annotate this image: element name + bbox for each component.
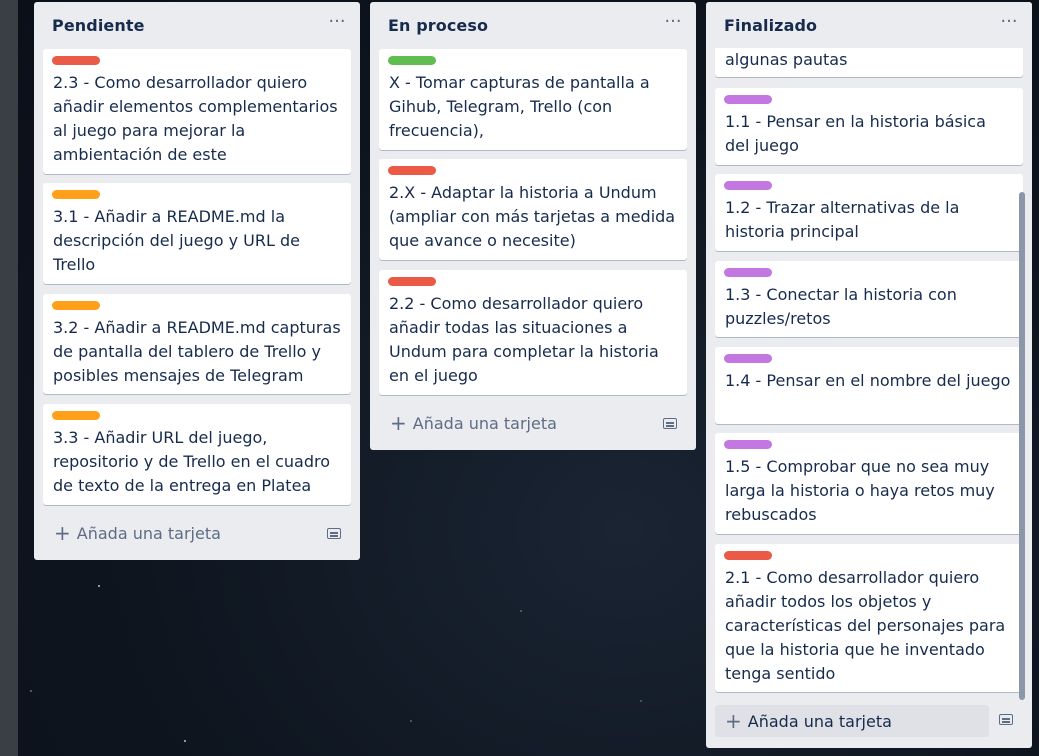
card[interactable]: 1.4 - Pensar en el nombre del juego (715, 347, 1023, 424)
card[interactable]: 1.1 - Pensar en la historia básica del j… (715, 88, 1023, 165)
list-scrollbar[interactable] (1019, 192, 1025, 700)
list-en-proceso: En proceso ··· X - Tomar capturas de pan… (370, 2, 696, 450)
card-label (724, 551, 772, 560)
card-title: 2.1 - Como desarrollador quiero añadir t… (725, 568, 1006, 683)
card[interactable]: 1.2 - Trazar alternativas de la historia… (715, 174, 1023, 251)
card-template-icon[interactable] (327, 528, 341, 539)
list-header: Pendiente ··· (34, 2, 360, 48)
card-title: 2.2 - Como desarrollador quiero añadir t… (389, 294, 659, 385)
card-title: 3.2 - Añadir a README.md capturas de pan… (53, 318, 341, 385)
card-label (52, 190, 100, 199)
list-title[interactable]: En proceso (388, 16, 488, 35)
list-menu-button[interactable]: ··· (660, 9, 686, 35)
card[interactable]: 2.2 - Como desarrollador quiero añadir t… (379, 270, 687, 395)
add-card-button[interactable]: + Añada una tarjeta (44, 519, 274, 547)
card-title: 1.3 - Conectar la historia con puzzles/r… (725, 285, 957, 328)
add-card-button[interactable]: + Añada una tarjeta (380, 409, 610, 437)
card-title: X - Tomar capturas de pantalla a Gihub, … (389, 73, 650, 140)
card-label (388, 166, 436, 175)
card-template-icon[interactable] (999, 714, 1013, 725)
card[interactable]: 2.X - Adaptar la historia a Undum (ampli… (379, 159, 687, 260)
card-label (724, 95, 772, 104)
card-label (724, 440, 772, 449)
card[interactable]: 1.3 - Conectar la historia con puzzles/r… (715, 261, 1023, 337)
card-label (52, 301, 100, 310)
card-label (52, 56, 100, 65)
add-card-label: Añada una tarjeta (76, 523, 221, 543)
card-title: 2.X - Adaptar la historia a Undum (ampli… (389, 183, 676, 250)
list-menu-button[interactable]: ··· (324, 9, 350, 35)
card-template-icon[interactable] (663, 418, 677, 429)
card-title: algunas pautas (725, 50, 848, 69)
sidebar-edge (0, 0, 18, 756)
add-card-label: Añada una tarjeta (747, 711, 892, 731)
add-card-button[interactable]: + Añada una tarjeta (715, 705, 989, 737)
card-title: 1.2 - Trazar alternativas de la historia… (725, 198, 960, 241)
card[interactable]: 3.2 - Añadir a README.md capturas de pan… (43, 294, 351, 394)
card-label (724, 354, 772, 363)
card-label (388, 56, 436, 65)
list-menu-button[interactable]: ··· (996, 9, 1022, 35)
list-pendiente: Pendiente ··· 2.3 - Como desarrollador q… (34, 2, 360, 560)
ellipsis-icon: ··· (1000, 11, 1018, 32)
card[interactable]: 2.1 - Como desarrollador quiero añadir t… (715, 544, 1023, 692)
list-finalizado: algunas pautas Finalizado ··· 1.1 - Pens… (706, 2, 1032, 748)
list-header: Finalizado ··· (706, 2, 1032, 48)
card-title: 1.1 - Pensar en la historia básica del j… (725, 112, 986, 155)
ellipsis-icon: ··· (328, 11, 346, 32)
card-label (388, 277, 436, 286)
add-card-label: Añada una tarjeta (412, 413, 557, 433)
plus-icon: + (725, 709, 742, 733)
card-title: 1.4 - Pensar en el nombre del juego (725, 371, 1011, 390)
card-label (724, 181, 772, 190)
list-header: En proceso ··· (370, 2, 696, 48)
card-title: 3.1 - Añadir a README.md la descripción … (53, 207, 300, 274)
list-title[interactable]: Finalizado (724, 16, 817, 35)
card-title: 3.3 - Añadir URL del juego, repositorio … (53, 428, 331, 495)
card[interactable]: 1.5 - Comprobar que no sea muy larga la … (715, 433, 1023, 534)
ellipsis-icon: ··· (664, 11, 682, 32)
card[interactable]: 3.1 - Añadir a README.md la descripción … (43, 183, 351, 284)
card-label (724, 268, 772, 277)
card[interactable]: 3.3 - Añadir URL del juego, repositorio … (43, 404, 351, 505)
plus-icon: + (390, 411, 407, 435)
card-title: 2.3 - Como desarrollador quiero añadir e… (53, 73, 338, 164)
card[interactable]: X - Tomar capturas de pantalla a Gihub, … (379, 49, 687, 150)
card[interactable]: 2.3 - Como desarrollador quiero añadir e… (43, 49, 351, 174)
plus-icon: + (54, 521, 71, 545)
card-label (52, 411, 100, 420)
list-title[interactable]: Pendiente (52, 16, 145, 35)
card-title: 1.5 - Comprobar que no sea muy larga la … (725, 457, 995, 524)
